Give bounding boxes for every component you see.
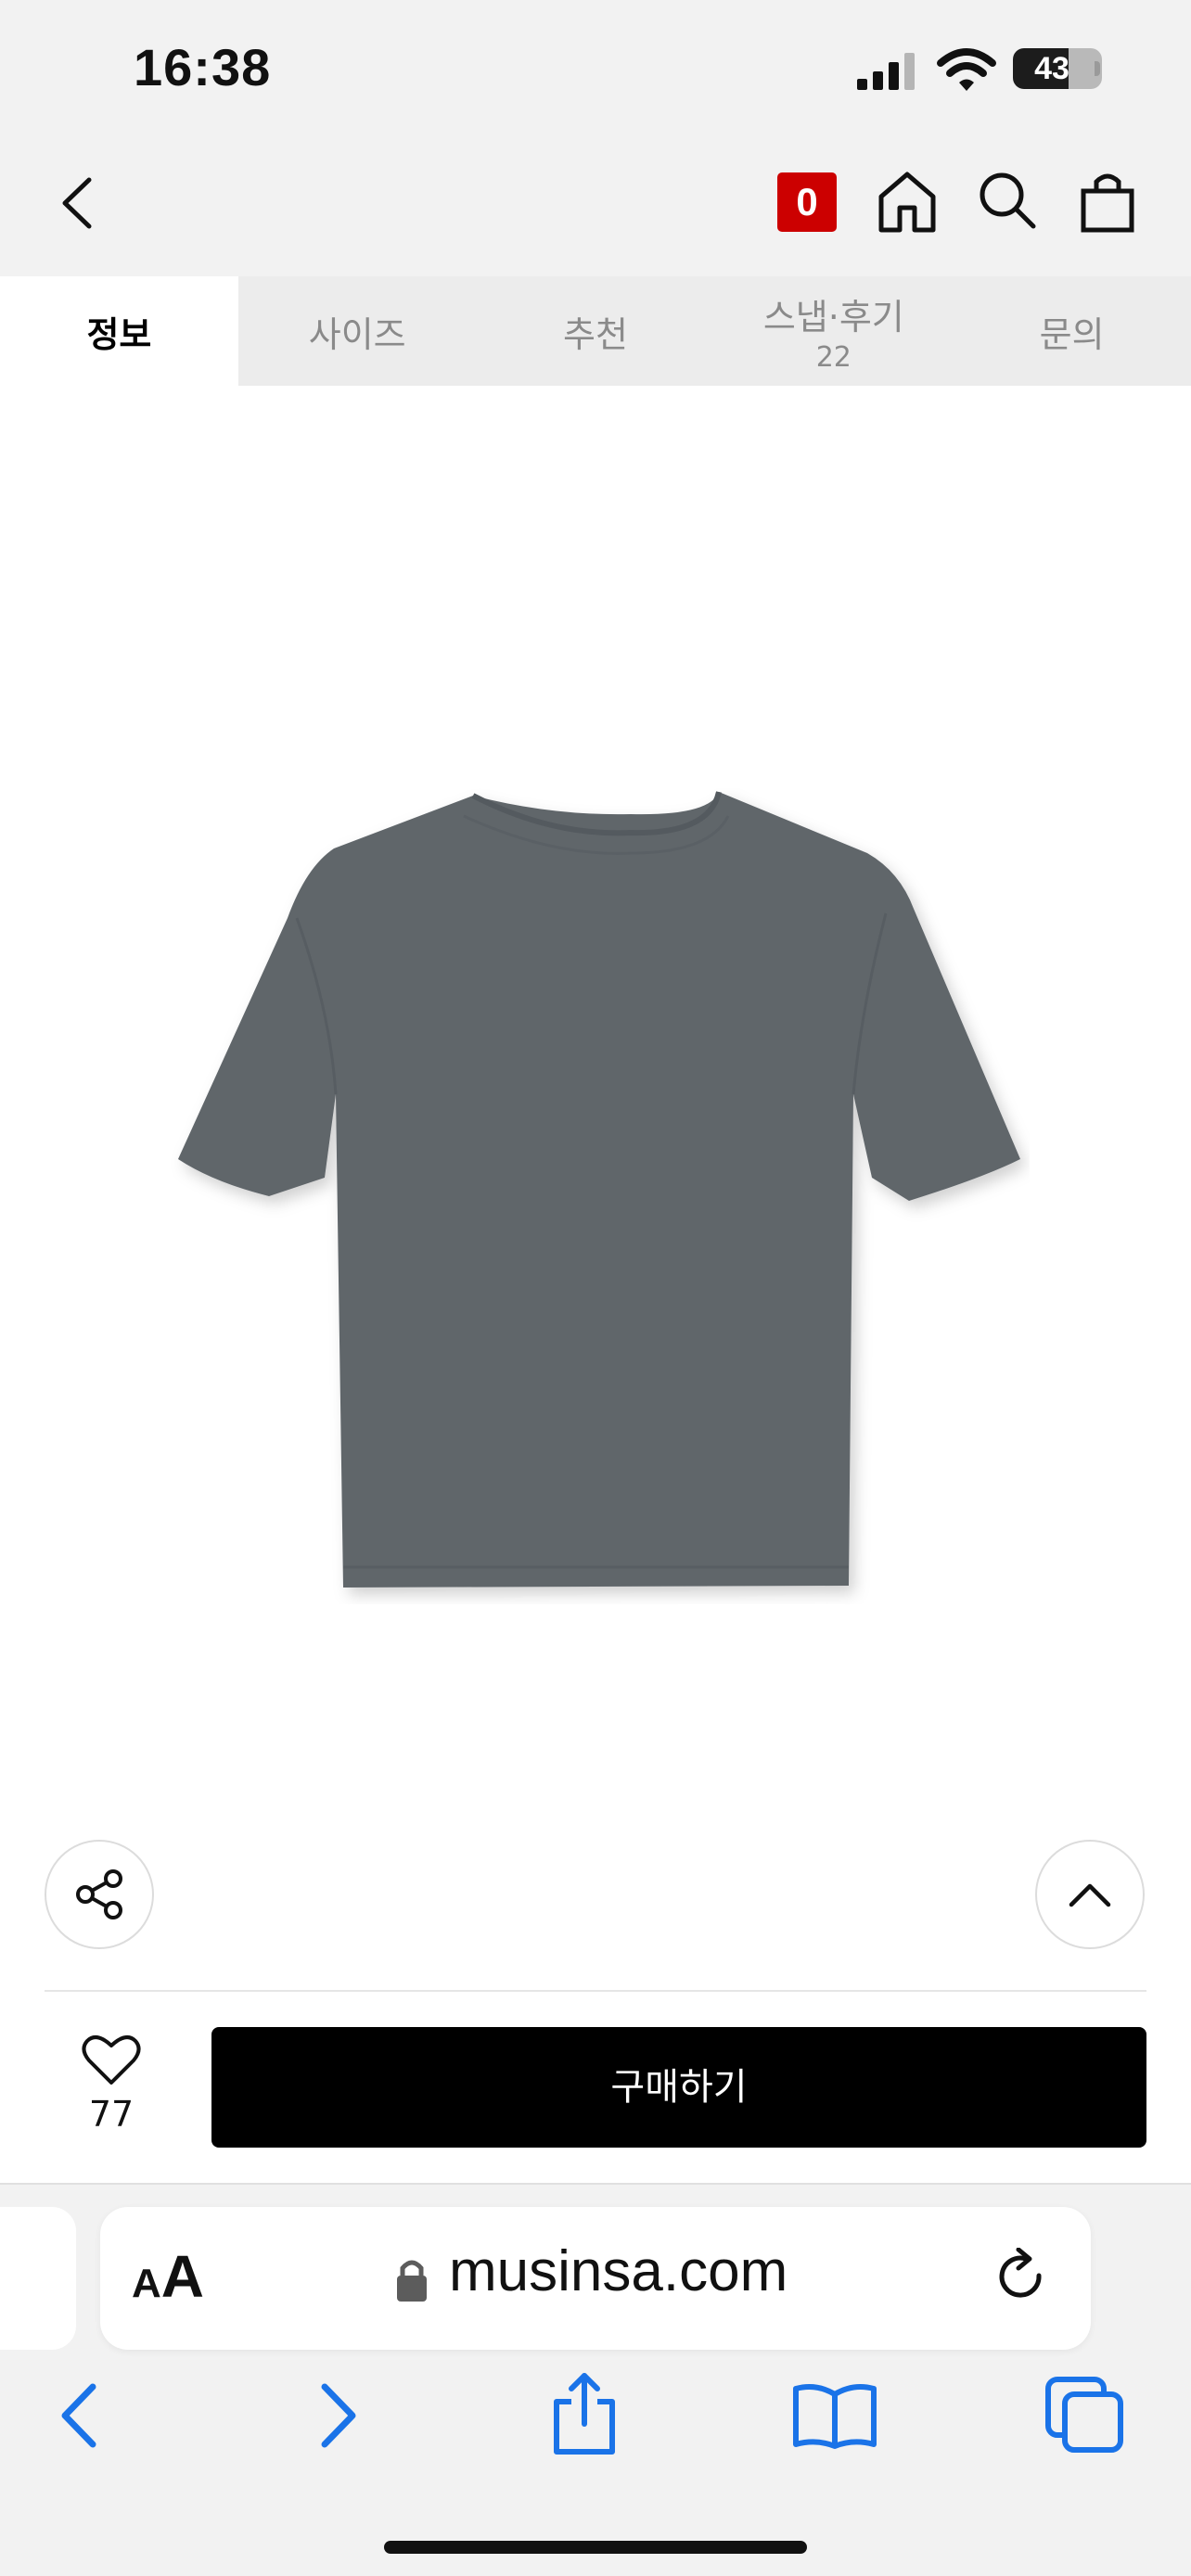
bookmarks-icon[interactable] (792, 2381, 877, 2450)
battery-level: 43 (1034, 51, 1069, 86)
home-icon[interactable] (877, 169, 937, 234)
forward-icon[interactable] (315, 2381, 362, 2450)
share-icon[interactable] (551, 2370, 618, 2455)
tab-label: 정보 (86, 313, 152, 355)
heart-icon[interactable] (82, 2033, 141, 2086)
like-count: 77 (88, 2094, 134, 2135)
share-icon (76, 1869, 122, 1919)
battery-icon: 43 (1013, 48, 1102, 91)
tab-inquiry[interactable]: 문의 (953, 276, 1191, 386)
tab-info[interactable]: 정보 (0, 276, 238, 386)
lock-icon (397, 2260, 427, 2302)
reload-icon[interactable] (992, 2248, 1052, 2307)
tab-label: 문의 (1039, 313, 1105, 355)
back-icon[interactable] (56, 2381, 102, 2450)
product-image (178, 791, 1020, 1588)
tab-snap-review[interactable]: 스냅·후기 22 (714, 276, 953, 386)
tab-recommend[interactable]: 추천 (477, 276, 715, 386)
previous-tab-card[interactable] (0, 2207, 76, 2350)
url-text[interactable]: musinsa.com (449, 2238, 788, 2304)
buy-button[interactable]: 구매하기 (211, 2027, 1146, 2148)
scroll-top-button[interactable] (1035, 1840, 1145, 1949)
status-time: 16:38 (134, 38, 272, 96)
share-button[interactable] (45, 1840, 154, 1949)
text-size-small-label: A (132, 2261, 161, 2306)
product-tabs: 정보 사이즈 추천 스냅·후기 22 문의 (0, 276, 1191, 386)
review-count: 22 (815, 341, 852, 374)
shopping-bag-icon[interactable] (1078, 169, 1137, 234)
tabs-icon[interactable] (1044, 2376, 1124, 2454)
tab-label: 사이즈 (308, 313, 406, 355)
tab-size[interactable]: 사이즈 (238, 276, 477, 386)
cellular-signal-icon (857, 53, 915, 90)
text-size-button[interactable]: AA (132, 2242, 204, 2311)
search-icon[interactable] (978, 171, 1037, 232)
tab-label: 추천 (563, 313, 628, 355)
home-indicator (384, 2541, 807, 2554)
wifi-icon (937, 48, 996, 91)
tab-label: 스냅·후기 (762, 297, 904, 338)
divider (45, 1990, 1146, 1992)
chevron-up-icon (1069, 1883, 1111, 1907)
text-size-large-label: A (160, 2243, 204, 2310)
brand-badge[interactable]: 0 (777, 172, 837, 232)
chevron-left-icon[interactable] (56, 174, 102, 232)
